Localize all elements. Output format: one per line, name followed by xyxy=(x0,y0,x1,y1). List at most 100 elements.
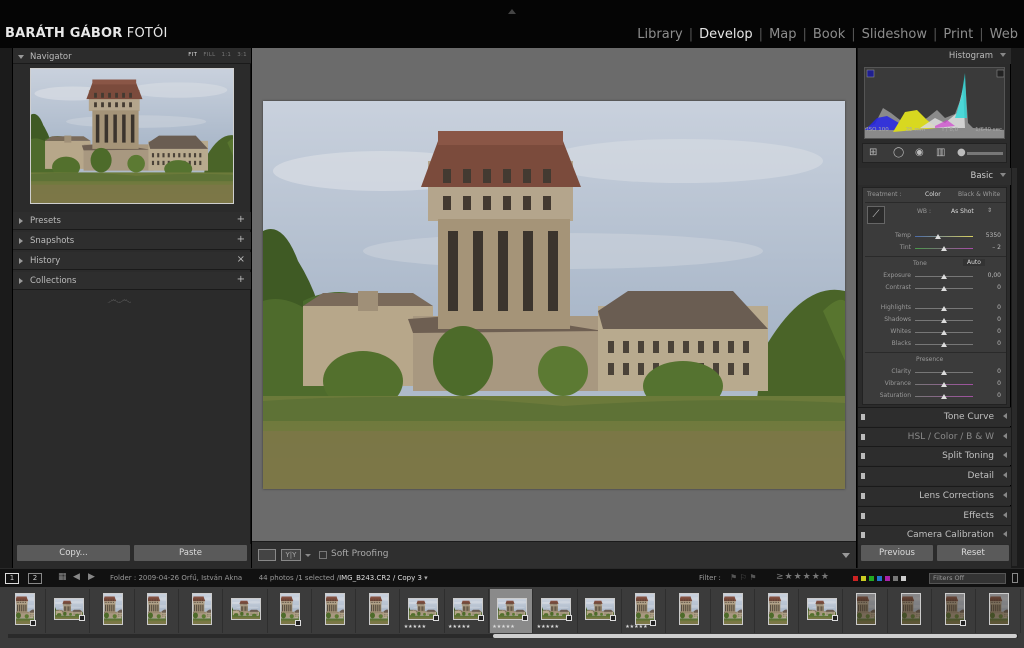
slider-knob[interactable] xyxy=(941,342,947,347)
panel-switch-icon[interactable] xyxy=(861,492,865,499)
filmstrip-thumb[interactable]: ★★★★★ xyxy=(534,589,578,633)
color-label-swatch[interactable] xyxy=(861,576,866,581)
brush-slider-icon[interactable] xyxy=(967,152,1003,155)
secondary-window-button[interactable]: 2 xyxy=(28,573,42,584)
section-detail-header[interactable]: Detail xyxy=(858,466,1011,486)
section-tone-curve-header[interactable]: Tone Curve xyxy=(858,407,1011,426)
treatment-bw[interactable]: Black & White xyxy=(958,191,1000,198)
section-split-toning-header[interactable]: Split Toning xyxy=(858,446,1011,466)
filter-presets-select[interactable]: Filters Off xyxy=(929,573,1006,584)
toolbar-content-menu-icon[interactable] xyxy=(842,553,850,558)
module-web[interactable]: Web xyxy=(990,27,1018,42)
module-map[interactable]: Map xyxy=(769,27,796,42)
filmstrip-thumb[interactable] xyxy=(711,589,755,633)
spot-removal-icon[interactable]: ◯ xyxy=(893,147,904,158)
back-arrow-icon[interactable]: ◀ xyxy=(73,572,80,582)
module-print[interactable]: Print xyxy=(943,27,973,42)
zoom-option-1-1[interactable]: 1:1 xyxy=(221,52,231,58)
navigator-header[interactable]: Navigator FIT FILL 1:1 3:1 xyxy=(13,48,251,64)
panel-snapshots-header[interactable]: Snapshots + xyxy=(13,232,251,250)
filmstrip-thumb[interactable] xyxy=(933,589,977,633)
before-after-button[interactable]: Y|Y xyxy=(281,549,301,561)
auto-tone-button[interactable]: Auto xyxy=(963,259,985,266)
color-label-swatch[interactable] xyxy=(885,576,890,581)
module-slideshow[interactable]: Slideshow xyxy=(862,27,927,42)
filmstrip-thumb[interactable] xyxy=(3,589,46,633)
section-hsl-color-b-w-header[interactable]: HSL / Color / B & W xyxy=(858,426,1011,446)
slider-knob[interactable] xyxy=(941,330,947,335)
grid-view-icon[interactable]: ▦ xyxy=(58,572,67,582)
panel-switch-icon[interactable] xyxy=(861,532,865,539)
slider-knob[interactable] xyxy=(941,370,947,375)
clear-icon[interactable]: × xyxy=(237,254,245,265)
slider-knob[interactable] xyxy=(941,274,947,279)
rating-filter[interactable]: ≥★★★★★ xyxy=(776,572,830,582)
histogram-header[interactable]: Histogram xyxy=(858,48,1011,64)
zoom-option-fit[interactable]: FIT xyxy=(188,52,197,58)
panel-switch-icon[interactable] xyxy=(861,414,865,420)
wb-dropdown-icon[interactable]: ⇕ xyxy=(987,207,992,214)
flag-filter-icon[interactable]: ⚑ ⚐ ⚑ xyxy=(730,573,757,582)
panel-history-header[interactable]: History × xyxy=(13,252,251,270)
color-label-swatch[interactable] xyxy=(901,576,906,581)
adjustment-brush-icon[interactable]: ● xyxy=(957,147,966,158)
slider-knob[interactable] xyxy=(941,382,947,387)
panel-switch-icon[interactable] xyxy=(861,512,865,519)
filmstrip-thumb[interactable] xyxy=(357,589,401,633)
treatment-color[interactable]: Color xyxy=(925,191,941,198)
filmstrip-thumb[interactable]: ★★★★★ xyxy=(446,589,489,633)
panel-presets-header[interactable]: Presets + xyxy=(13,212,251,230)
section-effects-header[interactable]: Effects xyxy=(858,505,1011,525)
filmstrip-source[interactable]: Folder : 2009-04-26 Orfű, István Akna 44… xyxy=(110,574,428,582)
reset-button[interactable]: Reset xyxy=(937,545,1009,561)
top-panel-toggle-icon[interactable] xyxy=(508,9,516,14)
crop-overlay-icon[interactable]: ⊞ xyxy=(869,147,877,158)
red-eye-icon[interactable]: ◉ xyxy=(915,147,924,158)
section-lens-corrections-header[interactable]: Lens Corrections xyxy=(858,485,1011,505)
filmstrip-thumb[interactable]: ★★★★★ xyxy=(623,589,667,633)
slider-knob[interactable] xyxy=(941,306,947,311)
add-icon[interactable]: + xyxy=(237,214,245,225)
filmstrip-thumb[interactable] xyxy=(268,589,312,633)
filmstrip-thumb[interactable] xyxy=(135,589,179,633)
before-after-menu-icon[interactable] xyxy=(305,554,311,557)
panel-switch-icon[interactable] xyxy=(861,453,865,460)
slider-knob[interactable] xyxy=(941,246,947,251)
slider-knob[interactable] xyxy=(941,318,947,323)
previous-button[interactable]: Previous xyxy=(861,545,933,561)
copy-button[interactable]: Copy... xyxy=(17,545,130,561)
add-icon[interactable]: + xyxy=(237,274,245,285)
slider-knob[interactable] xyxy=(935,234,942,239)
filmstrip-thumb[interactable] xyxy=(667,589,711,633)
color-label-swatch[interactable] xyxy=(853,576,858,581)
filmstrip-thumb[interactable] xyxy=(313,589,357,633)
filmstrip-thumb[interactable]: ★★★★★ xyxy=(401,589,445,633)
basic-header[interactable]: Basic xyxy=(858,168,1011,185)
module-library[interactable]: Library xyxy=(637,27,682,42)
filmstrip-thumb[interactable] xyxy=(977,589,1021,633)
wb-value[interactable]: As Shot xyxy=(951,208,974,215)
color-label-swatch[interactable] xyxy=(877,576,882,581)
filmstrip-thumb[interactable] xyxy=(756,589,800,633)
main-photo[interactable] xyxy=(263,101,845,489)
module-book[interactable]: Book xyxy=(813,27,845,42)
slider-knob[interactable] xyxy=(941,286,947,291)
source-menu-icon[interactable]: ▾ xyxy=(424,574,428,582)
filmstrip-thumb[interactable] xyxy=(800,589,844,633)
section-camera-calibration-header[interactable]: Camera Calibration xyxy=(858,525,1011,545)
slider-track[interactable] xyxy=(915,236,973,237)
add-icon[interactable]: + xyxy=(237,234,245,245)
module-develop[interactable]: Develop xyxy=(699,27,753,42)
filter-lock-icon[interactable] xyxy=(1012,573,1018,583)
right-panel-scrollbar[interactable] xyxy=(1012,168,1017,566)
filmstrip-thumb[interactable] xyxy=(889,589,932,633)
primary-window-button[interactable]: 1 xyxy=(5,573,19,584)
wb-eyedropper-icon[interactable]: ⟋ xyxy=(867,206,885,224)
navigator-preview[interactable] xyxy=(30,68,234,204)
filmstrip-thumb[interactable] xyxy=(47,589,91,633)
filmstrip-thumb[interactable] xyxy=(578,589,622,633)
panel-collections-header[interactable]: Collections + xyxy=(13,272,251,290)
color-label-swatch[interactable] xyxy=(869,576,874,581)
loupe-view-icon[interactable] xyxy=(258,549,276,561)
left-panel-edge[interactable] xyxy=(0,48,12,568)
